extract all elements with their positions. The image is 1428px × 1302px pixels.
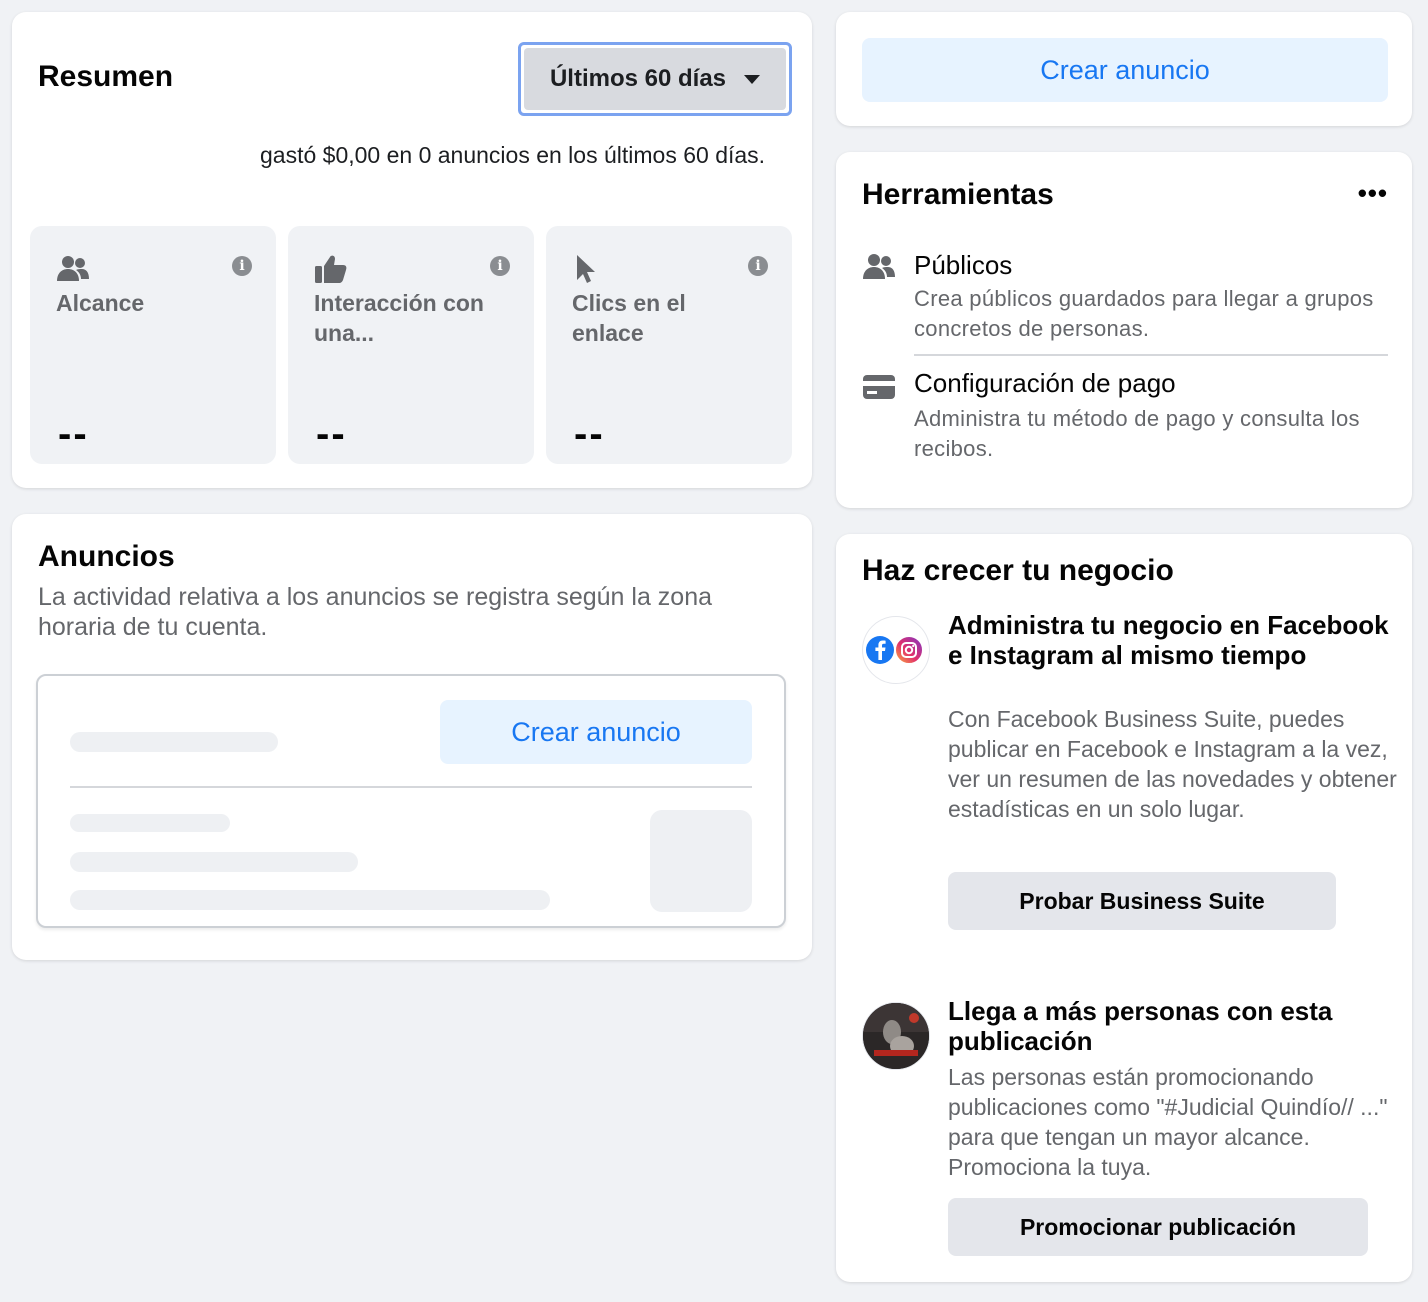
tools-card: Herramientas ••• Públicos Crea públicos … (836, 152, 1412, 508)
info-icon[interactable]: i (748, 256, 768, 276)
metric-card-reach: i Alcance -- (30, 226, 276, 464)
skeleton-line (70, 890, 550, 910)
skeleton-thumbnail (650, 810, 752, 912)
credit-card-icon (863, 375, 895, 399)
date-range-dropdown[interactable]: Últimos 60 días (518, 42, 792, 116)
try-business-suite-button[interactable]: Probar Business Suite (948, 872, 1336, 930)
metric-value: -- (58, 412, 89, 456)
tool-audiences-desc: Crea públicos guardados para llegar a gr… (914, 286, 1374, 341)
create-ad-button[interactable]: Crear anuncio (862, 38, 1388, 102)
spend-summary-text: gastó $0,00 en 0 anuncios en los últimos… (260, 142, 766, 168)
metric-card-link-clicks: i Clics en el enlace -- (546, 226, 792, 464)
boost-post-button[interactable]: Promocionar publicación (948, 1198, 1368, 1256)
business-suite-title: Administra tu negocio en Facebook e Inst… (948, 610, 1389, 670)
metric-card-engagement: i Interacción con una... -- (288, 226, 534, 464)
boost-post-title: Llega a más personas con esta publicació… (948, 996, 1333, 1056)
caret-down-icon (744, 74, 761, 84)
instagram-icon (894, 635, 924, 665)
metric-value: -- (316, 412, 347, 456)
tool-payment-settings-link[interactable]: Configuración de pago (914, 368, 1176, 399)
metric-value: -- (574, 412, 605, 456)
cursor-icon (577, 255, 595, 283)
tool-audiences-link[interactable]: Públicos (914, 250, 1012, 281)
create-ad-card: Crear anuncio (836, 12, 1412, 126)
summary-title: Resumen (38, 60, 174, 93)
business-suite-desc: Con Facebook Business Suite, puedes publ… (948, 706, 1397, 822)
summary-card: Resumen Últimos 60 días gastó $0,00 en 0… (12, 12, 812, 488)
grow-business-title: Haz crecer tu negocio (862, 554, 1174, 587)
info-icon[interactable]: i (232, 256, 252, 276)
metric-label: Alcance (56, 290, 145, 316)
create-ad-button[interactable]: Crear anuncio (440, 700, 752, 764)
date-range-label: Últimos 60 días (549, 65, 727, 92)
post-thumbnail-avatar (862, 1002, 930, 1070)
people-icon (57, 256, 89, 281)
ads-title: Anuncios (38, 540, 175, 573)
skeleton-line (70, 814, 230, 832)
skeleton-line (70, 732, 278, 752)
metric-label: Clics en el enlace (572, 290, 686, 346)
divider (914, 354, 1388, 356)
spend-summary: gastó $0,00 en 0 anuncios en los últimos… (38, 140, 798, 170)
info-icon[interactable]: i (490, 256, 510, 276)
ads-card: Anuncios La actividad relativa a los anu… (12, 514, 812, 960)
grow-business-card: Haz crecer tu negocio Administra tu nego… (836, 534, 1412, 1282)
business-suite-avatar (862, 616, 930, 684)
ads-placeholder-box: Crear anuncio (36, 674, 786, 928)
people-icon (863, 254, 895, 279)
skeleton-line (70, 852, 358, 872)
more-options-icon[interactable]: ••• (1358, 180, 1388, 206)
tool-payment-settings-desc: Administra tu método de pago y consulta … (914, 406, 1360, 461)
thumbs-up-icon (315, 255, 347, 283)
metric-label: Interacción con una... (314, 290, 484, 346)
boost-post-desc: Las personas están promocionando publica… (948, 1064, 1388, 1180)
divider (70, 786, 752, 788)
ads-subtitle: La actividad relativa a los anuncios se … (38, 583, 713, 641)
tools-title: Herramientas (862, 178, 1054, 211)
